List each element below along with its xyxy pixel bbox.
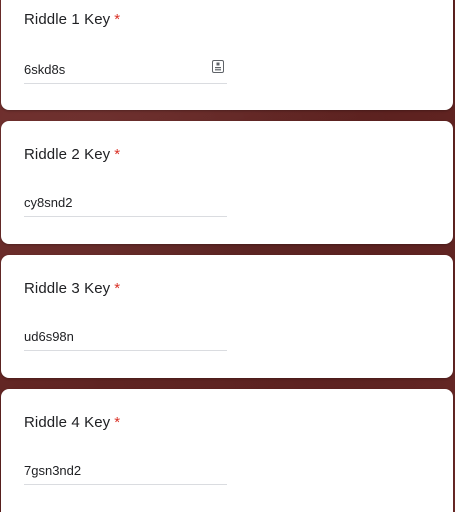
answer-field-1[interactable]: 6skd8s [24, 60, 227, 84]
answer-value: ud6s98n [24, 329, 74, 344]
answer-field-3[interactable]: ud6s98n [24, 329, 227, 351]
question-title-3: Riddle 3 Key * [24, 280, 120, 297]
question-card-4: Riddle 4 Key * 7gsn3nd2 [1, 389, 453, 512]
question-label: Riddle 2 Key [24, 146, 111, 163]
question-title-2: Riddle 2 Key * [24, 146, 120, 163]
required-asterisk: * [114, 146, 121, 163]
question-title-4: Riddle 4 Key * [24, 414, 120, 431]
question-title-1: Riddle 1 Key * [24, 11, 120, 28]
question-label: Riddle 3 Key [24, 280, 111, 297]
question-label: Riddle 4 Key [24, 414, 111, 431]
answer-value: cy8snd2 [24, 195, 73, 210]
answer-field-4[interactable]: 7gsn3nd2 [24, 463, 227, 485]
answer-value: 7gsn3nd2 [24, 463, 82, 478]
required-asterisk: * [114, 11, 121, 28]
question-card-3: Riddle 3 Key * ud6s98n [1, 255, 453, 378]
password-manager-icon[interactable] [212, 60, 224, 73]
required-asterisk: * [114, 414, 121, 431]
answer-field-2[interactable]: cy8snd2 [24, 195, 227, 217]
answer-value: 6skd8s [24, 62, 66, 77]
question-card-1: Riddle 1 Key * 6skd8s [1, 0, 453, 110]
required-asterisk: * [114, 280, 121, 297]
question-label: Riddle 1 Key [24, 11, 111, 28]
question-card-2: Riddle 2 Key * cy8snd2 [1, 121, 453, 244]
